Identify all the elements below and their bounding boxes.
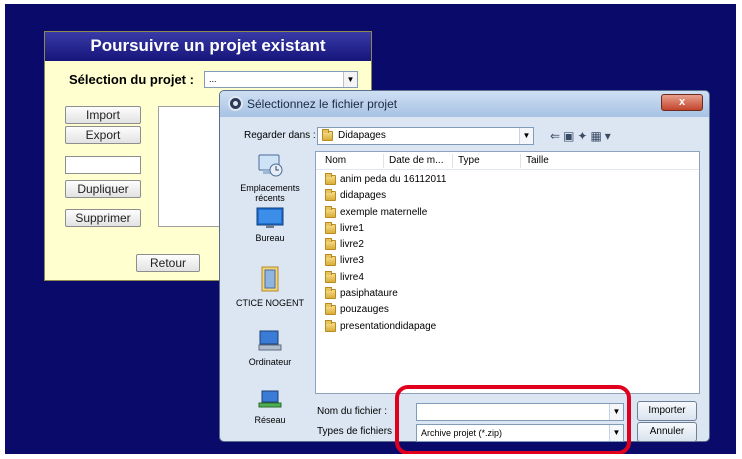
list-item[interactable]: exemple maternelle <box>325 205 446 221</box>
folder-icon <box>325 205 336 218</box>
file-list[interactable]: Nom Date de m... Type Taille anim peda d… <box>315 151 700 394</box>
places-bar: Emplacements récents Bureau CTICE NOGENT <box>228 151 312 425</box>
desktop-icon <box>256 207 284 228</box>
list-item[interactable]: anim peda du 16112011 <box>325 172 446 188</box>
project-name-field[interactable] <box>65 156 141 174</box>
back-arrow-icon[interactable]: ⇐ <box>550 129 563 143</box>
look-in-dropdown[interactable]: Didapages ▼ <box>317 127 534 145</box>
file-name: didapages <box>340 190 387 202</box>
file-name: anim peda du 16112011 <box>340 174 447 185</box>
list-item[interactable]: livre4 <box>325 270 446 286</box>
file-rows: anim peda du 16112011 didapages exemple … <box>325 172 446 335</box>
chevron-down-icon[interactable]: ▼ <box>519 128 533 144</box>
network-icon <box>258 390 282 408</box>
view-menu-icon[interactable]: ▦▾ <box>590 129 613 143</box>
import-button[interactable]: Import <box>65 106 141 124</box>
folder-icon <box>322 129 333 141</box>
column-separator[interactable] <box>520 154 521 168</box>
folder-icon <box>325 254 336 267</box>
user-folder-icon <box>261 266 279 292</box>
column-separator[interactable] <box>452 154 453 168</box>
computer-icon <box>258 330 282 351</box>
column-name[interactable]: Nom <box>325 155 346 166</box>
place-label: Bureau <box>255 233 285 243</box>
export-button[interactable]: Export <box>65 126 141 144</box>
cancel-button[interactable]: Annuler <box>637 422 697 442</box>
desktop-background: Poursuivre un projet existant Sélection … <box>5 4 736 454</box>
place-label: CTICE NOGENT <box>235 298 304 308</box>
folder-icon <box>325 319 336 332</box>
look-in-value: Didapages <box>338 130 386 141</box>
duplicate-button[interactable]: Dupliquer <box>65 180 141 198</box>
folder-icon <box>325 238 336 251</box>
file-name: presentationdidapage <box>340 320 437 332</box>
file-name: livre2 <box>340 239 364 251</box>
place-recent[interactable]: Emplacements récents <box>228 151 312 203</box>
place-desktop[interactable]: Bureau <box>228 207 312 243</box>
file-name: livre4 <box>340 271 364 283</box>
dialog-title: Sélectionnez le fichier projet <box>247 97 398 111</box>
file-name: exemple maternelle <box>340 206 428 218</box>
dialog-title-bar[interactable]: Sélectionnez le fichier projet x <box>220 91 709 117</box>
place-label: Emplacements récents <box>240 183 300 203</box>
list-item[interactable]: livre2 <box>325 237 446 253</box>
list-item[interactable]: livre3 <box>325 253 446 269</box>
folder-icon <box>325 303 336 316</box>
file-name: pasiphataure <box>340 288 398 300</box>
file-name: livre3 <box>340 255 364 267</box>
list-item[interactable]: presentationdidapage <box>325 319 446 335</box>
recent-places-icon <box>258 154 283 177</box>
column-type[interactable]: Type <box>458 155 480 166</box>
place-computer[interactable]: Ordinateur <box>228 329 312 367</box>
import-file-button[interactable]: Importer <box>637 401 697 421</box>
highlight-annotation <box>395 385 631 454</box>
file-list-header: Nom Date de m... Type Taille <box>316 152 699 170</box>
place-label: Réseau <box>254 415 286 425</box>
up-folder-icon[interactable]: ▣ <box>563 129 577 143</box>
list-item[interactable]: pouzauges <box>325 302 446 318</box>
place-user[interactable]: CTICE NOGENT <box>228 264 312 308</box>
file-name: livre1 <box>340 222 364 234</box>
project-window-title: Poursuivre un projet existant <box>45 32 371 61</box>
column-size[interactable]: Taille <box>526 155 549 166</box>
place-label: Ordinateur <box>248 357 292 367</box>
look-in-label: Regarder dans : <box>244 130 316 141</box>
folder-icon <box>325 189 336 202</box>
filetype-label: Types de fichiers : <box>317 426 398 437</box>
file-name: pouzauges <box>340 304 389 316</box>
new-folder-icon[interactable]: ✦ <box>577 129 590 143</box>
dialog-toolbar: ⇐▣✦▦▾ <box>550 129 614 143</box>
project-selection-dropdown[interactable]: ... ▼ <box>204 71 358 88</box>
dialog-app-icon <box>228 96 243 111</box>
list-item[interactable]: pasiphataure <box>325 286 446 302</box>
folder-icon <box>325 173 336 185</box>
folder-icon <box>325 287 336 300</box>
column-date[interactable]: Date de m... <box>389 155 443 166</box>
project-selection-label: Sélection du projet : <box>69 72 194 87</box>
back-button[interactable]: Retour <box>136 254 200 272</box>
project-selection-value: ... <box>209 74 217 84</box>
folder-icon <box>325 270 336 283</box>
list-item[interactable]: didapages <box>325 188 446 204</box>
list-item[interactable]: livre1 <box>325 221 446 237</box>
column-separator[interactable] <box>383 154 384 168</box>
place-network[interactable]: Réseau <box>228 389 312 425</box>
chevron-down-icon[interactable]: ▼ <box>343 72 357 87</box>
filename-label: Nom du fichier : <box>317 406 388 417</box>
folder-icon <box>325 221 336 234</box>
delete-button[interactable]: Supprimer <box>65 209 141 227</box>
close-button[interactable]: x <box>661 94 703 111</box>
